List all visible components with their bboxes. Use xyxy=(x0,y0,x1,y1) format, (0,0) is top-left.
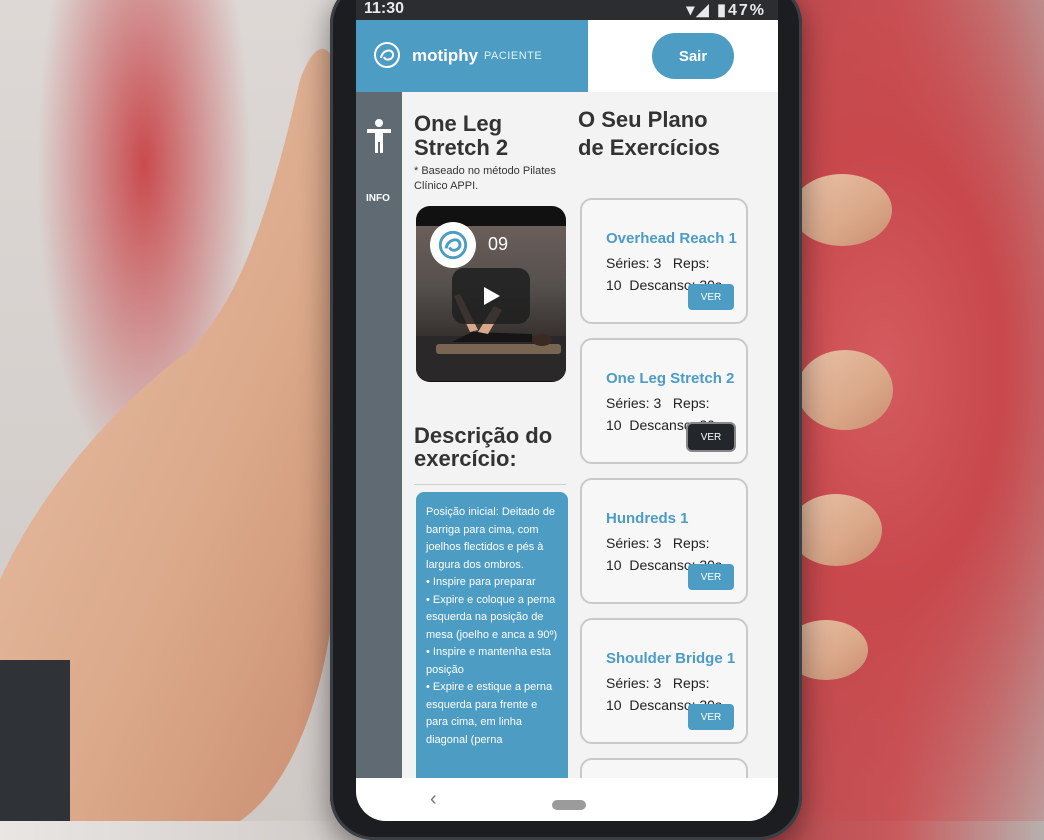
play-icon xyxy=(484,287,500,305)
status-bar: 11:30 ▾◢ ▮47% xyxy=(356,0,778,20)
exercise-card-name: One Leg Stretch 2 xyxy=(606,370,735,387)
app-screen: 11:30 ▾◢ ▮47% motiphy PACIENTE Sair INFO… xyxy=(356,0,778,821)
battery-level: 47% xyxy=(727,2,766,19)
status-time: 11:30 xyxy=(364,0,405,17)
description-box[interactable]: Posição inicial: Deitado de barriga para… xyxy=(416,492,568,812)
description-title: Descrição do exercício: xyxy=(414,423,553,471)
exercise-title: One Leg Stretch 2 xyxy=(414,111,509,160)
exercise-card[interactable]: Hundreds 1 Séries: 3 Reps: 10 Descanso: … xyxy=(580,478,748,604)
exercise-note: * Baseado no método Pilates Clínico APPI… xyxy=(414,165,556,192)
view-button[interactable]: VER xyxy=(688,564,734,590)
user-role: PACIENTE xyxy=(484,50,543,62)
video-logo-icon xyxy=(430,222,476,268)
brand-name: motiphy xyxy=(412,46,479,65)
accessibility-icon[interactable] xyxy=(364,118,394,154)
view-button[interactable]: VER xyxy=(688,704,734,730)
logout-button[interactable]: Sair xyxy=(652,33,734,79)
exercise-card-name: Overhead Reach 1 xyxy=(606,230,737,247)
exercise-card[interactable]: Overhead Reach 1 Séries: 3 Reps: 10 Desc… xyxy=(580,198,748,324)
logo-icon xyxy=(374,42,400,68)
exercise-card[interactable]: One Leg Stretch 2 Séries: 3 Reps: 10 Des… xyxy=(580,338,748,464)
plan-title: O Seu Plano de Exercícios xyxy=(578,107,720,160)
exercise-video[interactable]: 09 xyxy=(416,206,566,382)
divider xyxy=(414,484,566,485)
view-button[interactable]: VER xyxy=(688,284,734,310)
sidebar-item-info[interactable]: INFO xyxy=(366,193,390,204)
exercise-card[interactable]: Shoulder Bridge 1 Séries: 3 Reps: 10 Des… xyxy=(580,618,748,744)
sidebar: INFO xyxy=(356,92,402,821)
exercise-card-name: Shoulder Bridge 1 xyxy=(606,650,736,667)
status-icons: ▾◢ ▮47% xyxy=(686,2,766,19)
play-button[interactable] xyxy=(452,268,530,324)
exercise-card-name: Hundreds 1 xyxy=(606,510,689,527)
system-nav-bar: ‹ xyxy=(356,778,778,821)
back-icon[interactable]: ‹ xyxy=(430,788,437,811)
description-text: Posição inicial: Deitado de barriga para… xyxy=(426,506,558,746)
view-button-active[interactable]: VER xyxy=(688,424,734,450)
app-header: motiphy PACIENTE xyxy=(356,20,588,92)
video-number: 09 xyxy=(488,234,509,254)
home-pill[interactable] xyxy=(552,800,586,810)
